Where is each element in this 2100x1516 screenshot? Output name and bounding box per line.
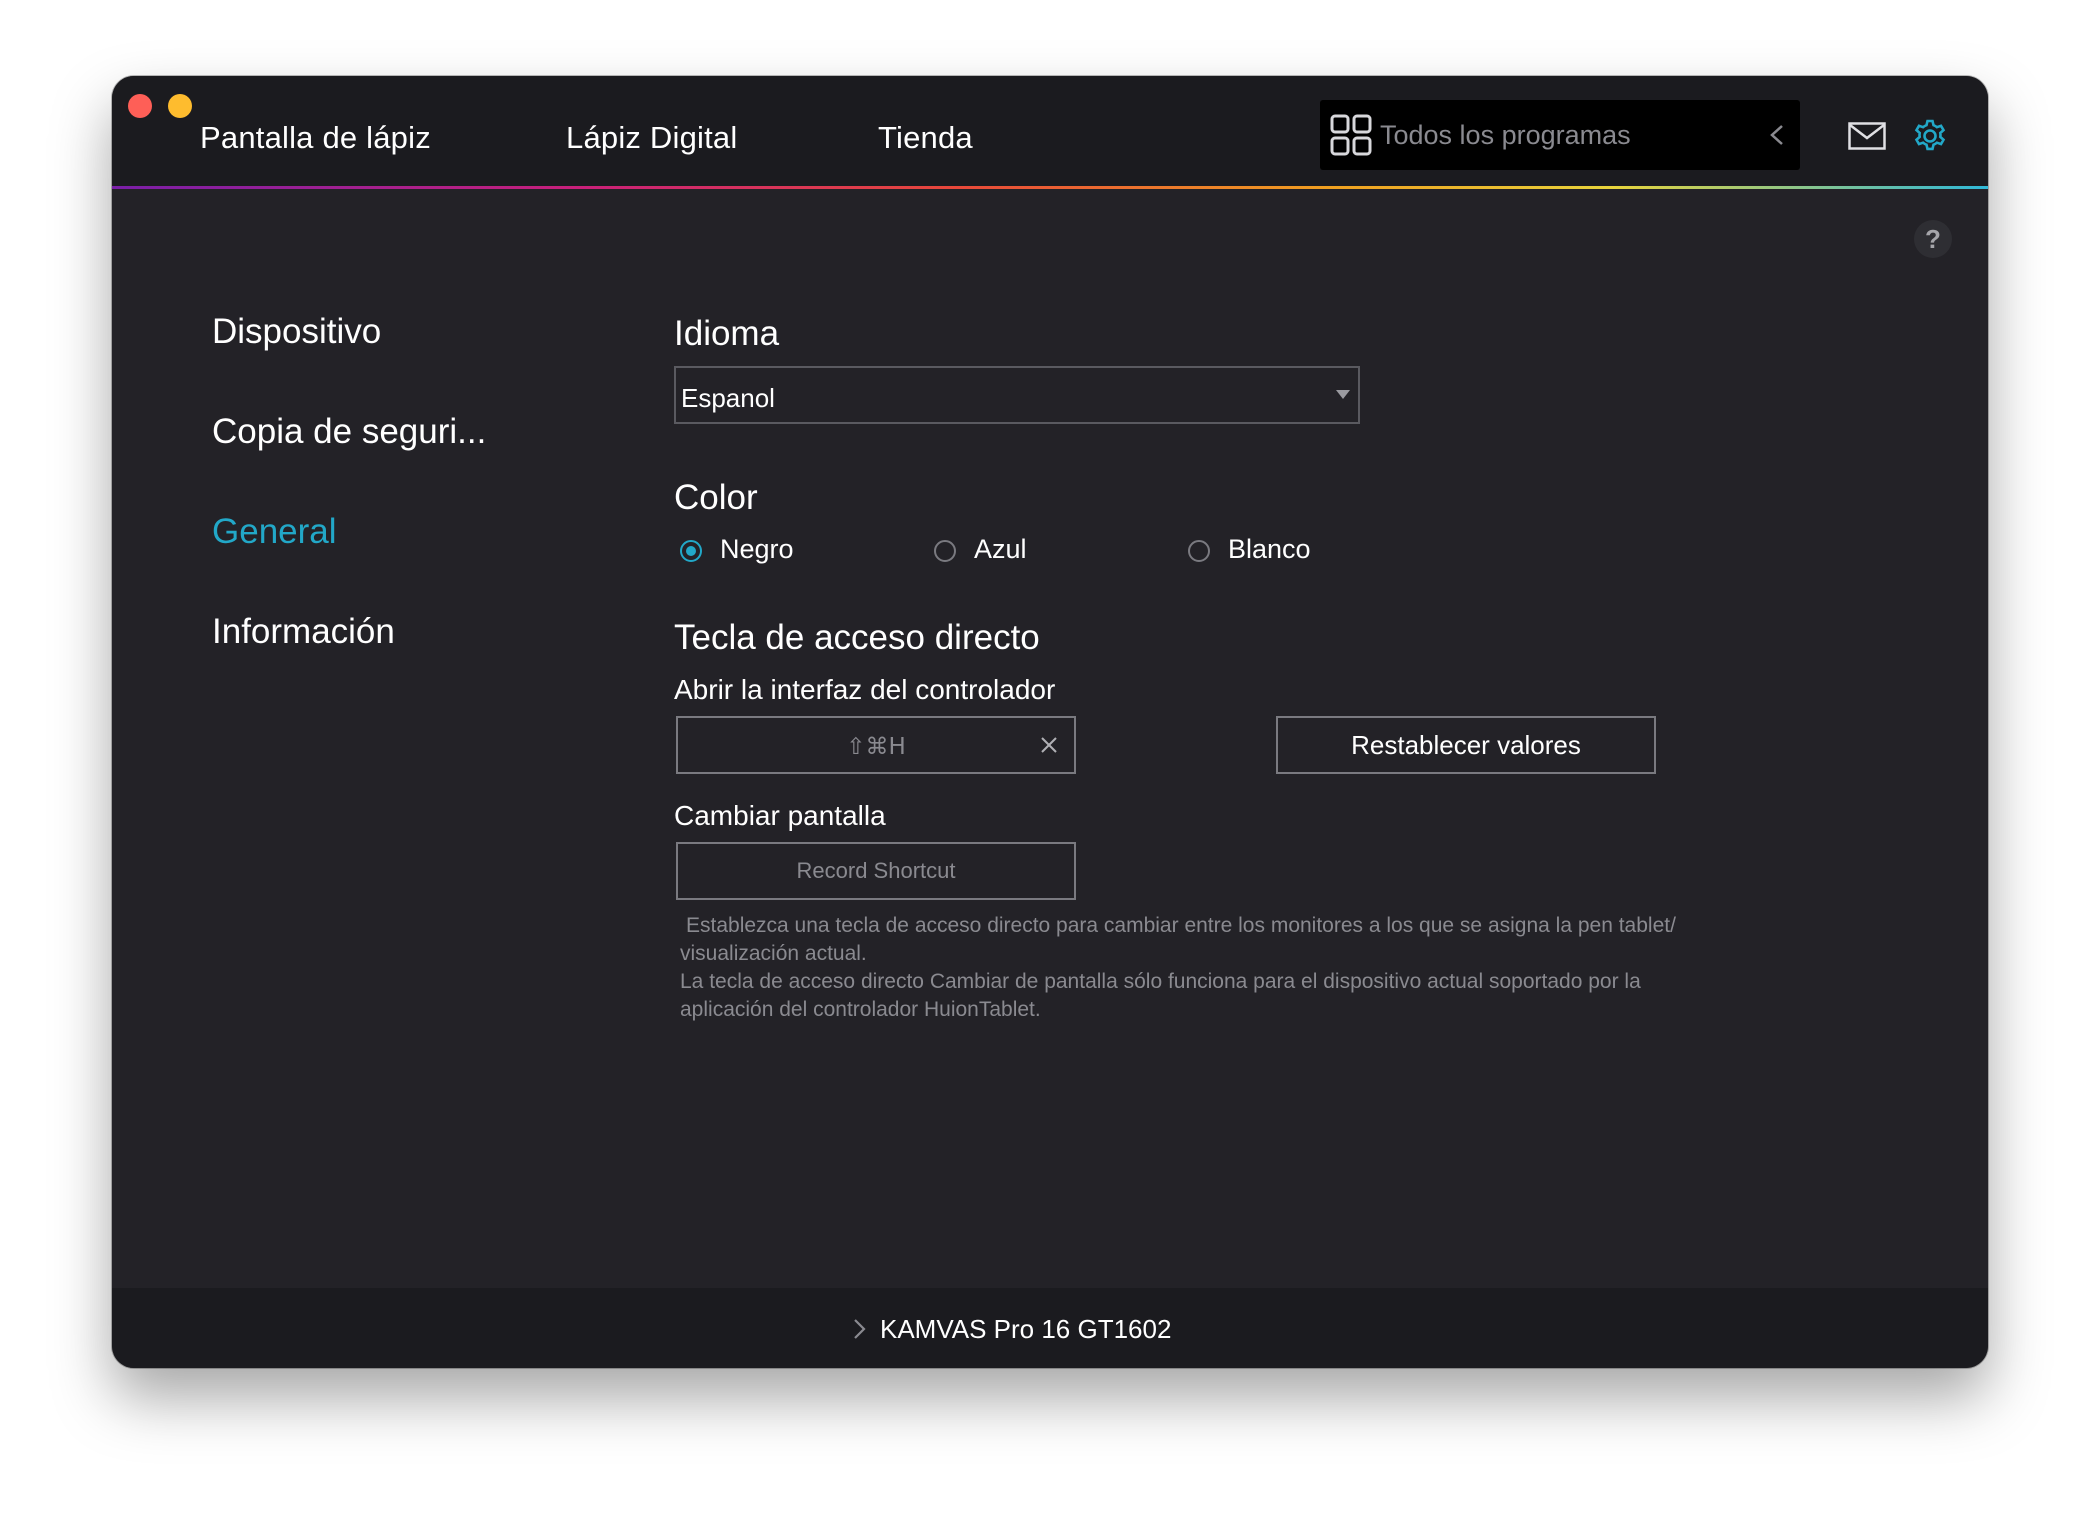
description-line: aplicación del controlador HuionTablet.	[680, 998, 1041, 1021]
sidebar-item-general[interactable]: General	[212, 512, 337, 552]
close-icon[interactable]	[1040, 736, 1058, 754]
device-name[interactable]: KAMVAS Pro 16 GT1602	[880, 1314, 1171, 1345]
reset-defaults-button[interactable]: Restablecer valores	[1276, 716, 1656, 774]
description-line: visualización actual.	[680, 942, 867, 965]
accent-divider	[112, 186, 1988, 189]
sidebar-item-info[interactable]: Información	[212, 612, 395, 652]
description-line: Establezca una tecla de acceso directo p…	[686, 914, 1676, 937]
device-footer: KAMVAS Pro 16 GT1602	[112, 1288, 1988, 1368]
radio-azul-label: Azul	[974, 534, 1027, 564]
radio-negro[interactable]	[680, 540, 702, 562]
open-driver-shortcut-field[interactable]: ⇧⌘H	[676, 716, 1076, 774]
tab-digital-pen[interactable]: Lápiz Digital	[566, 120, 737, 156]
hotkey-title: Tecla de acceso directo	[674, 618, 1040, 657]
program-select[interactable]: Todos los programas	[1320, 100, 1800, 170]
radio-blanco-label: Blanco	[1228, 534, 1311, 564]
radio-negro-label: Negro	[720, 534, 794, 564]
chevron-right-icon[interactable]	[852, 1318, 866, 1340]
language-title: Idioma	[674, 314, 780, 353]
help-button[interactable]: ?	[1914, 220, 1952, 258]
chevron-left-icon[interactable]	[1768, 124, 1786, 146]
close-window-button[interactable]	[128, 94, 152, 118]
hotkey-description: Establezca una tecla de acceso directo p…	[680, 912, 1920, 1024]
program-select-label: Todos los programas	[1380, 120, 1631, 150]
mail-icon[interactable]	[1848, 122, 1886, 150]
app-window: Pantalla de lápiz Lápiz Digital Tienda T…	[112, 76, 1988, 1368]
minimize-window-button[interactable]	[168, 94, 192, 118]
titlebar: Pantalla de lápiz Lápiz Digital Tienda T…	[112, 76, 1988, 186]
tab-store[interactable]: Tienda	[878, 120, 973, 156]
sidebar-item-device[interactable]: Dispositivo	[212, 312, 381, 352]
description-line: La tecla de acceso directo Cambiar de pa…	[680, 970, 1641, 993]
chevron-down-icon	[1336, 390, 1350, 399]
color-title: Color	[674, 478, 758, 517]
sidebar-item-backup[interactable]: Copia de seguri...	[212, 412, 486, 452]
radio-blanco[interactable]	[1188, 540, 1210, 562]
tab-pen-display[interactable]: Pantalla de lápiz	[200, 120, 431, 156]
record-shortcut-button[interactable]: Record Shortcut	[676, 842, 1076, 900]
radio-azul[interactable]	[934, 540, 956, 562]
language-select[interactable]: Espanol	[674, 366, 1360, 424]
switch-screen-label: Cambiar pantalla	[674, 800, 886, 831]
open-driver-shortcut-value: ⇧⌘H	[846, 734, 906, 760]
gear-icon[interactable]	[1912, 118, 1948, 154]
open-driver-label: Abrir la interfaz del controlador	[674, 674, 1056, 705]
grid-icon	[1330, 114, 1372, 156]
language-select-value: Espanol	[681, 383, 775, 413]
